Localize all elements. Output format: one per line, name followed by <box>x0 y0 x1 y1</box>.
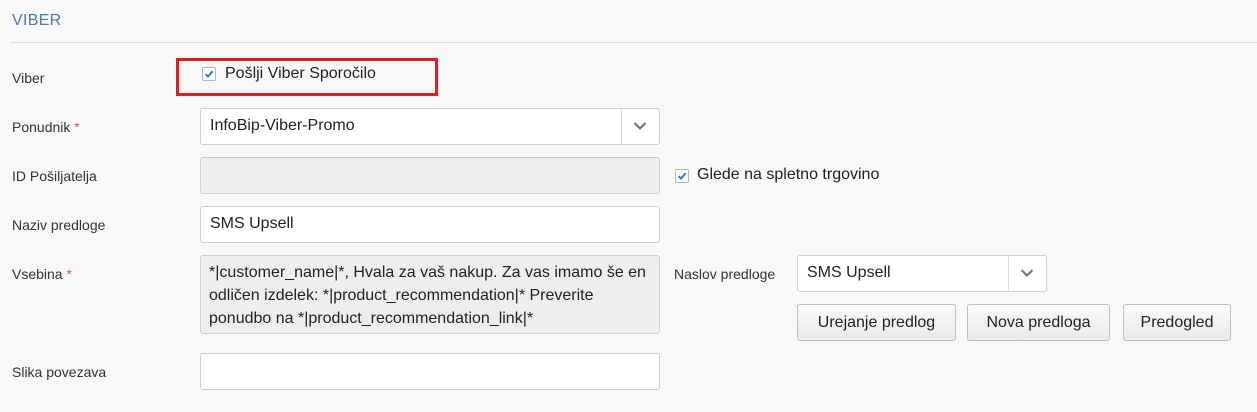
webshop-checkbox[interactable] <box>675 169 689 183</box>
content-label: Vsebina * <box>12 266 72 282</box>
sender-id-input[interactable] <box>200 157 660 194</box>
template-title-toggle[interactable] <box>1008 256 1046 291</box>
new-template-button[interactable]: Nova predloga <box>967 304 1110 341</box>
template-title-value: SMS Upsell <box>807 264 891 281</box>
content-label-text: Vsebina <box>12 266 63 282</box>
required-mark: * <box>74 119 80 135</box>
image-link-input[interactable] <box>200 353 660 390</box>
template-title-label: Naslov predloge <box>674 266 776 282</box>
required-mark: * <box>66 266 72 282</box>
section-title: VIBER <box>12 12 62 29</box>
template-name-input[interactable]: SMS Upsell <box>200 206 660 243</box>
sender-id-label: ID Pošiljatelja <box>12 168 97 184</box>
webshop-checkbox-label[interactable]: Glede na spletno trgovino <box>697 166 879 184</box>
provider-select[interactable]: InfoBip-Viber-Promo <box>200 108 660 145</box>
provider-select-value: InfoBip-Viber-Promo <box>210 117 355 134</box>
content-textarea[interactable]: *|customer_name|*, Hvala za vaš nakup. Z… <box>200 255 660 334</box>
chevron-down-icon <box>1020 269 1034 278</box>
send-viber-label[interactable]: Pošlji Viber Sporočilo <box>225 65 376 83</box>
preview-button[interactable]: Predogled <box>1123 304 1231 341</box>
chevron-down-icon <box>633 122 647 131</box>
provider-label: Ponudnik * <box>12 119 80 135</box>
send-viber-checkbox[interactable] <box>202 67 216 81</box>
template-name-label: Naziv predloge <box>12 217 106 233</box>
provider-select-toggle[interactable] <box>621 109 659 144</box>
viber-label: Viber <box>12 70 45 86</box>
template-title-select[interactable]: SMS Upsell <box>797 255 1047 292</box>
checkmark-icon <box>677 172 687 181</box>
image-link-label: Slika povezava <box>12 364 107 380</box>
provider-label-text: Ponudnik <box>12 119 71 135</box>
section-divider <box>10 42 1257 43</box>
checkmark-icon <box>204 70 214 79</box>
template-name-value: SMS Upsell <box>210 215 294 232</box>
edit-templates-button[interactable]: Urejanje predlog <box>797 304 956 341</box>
